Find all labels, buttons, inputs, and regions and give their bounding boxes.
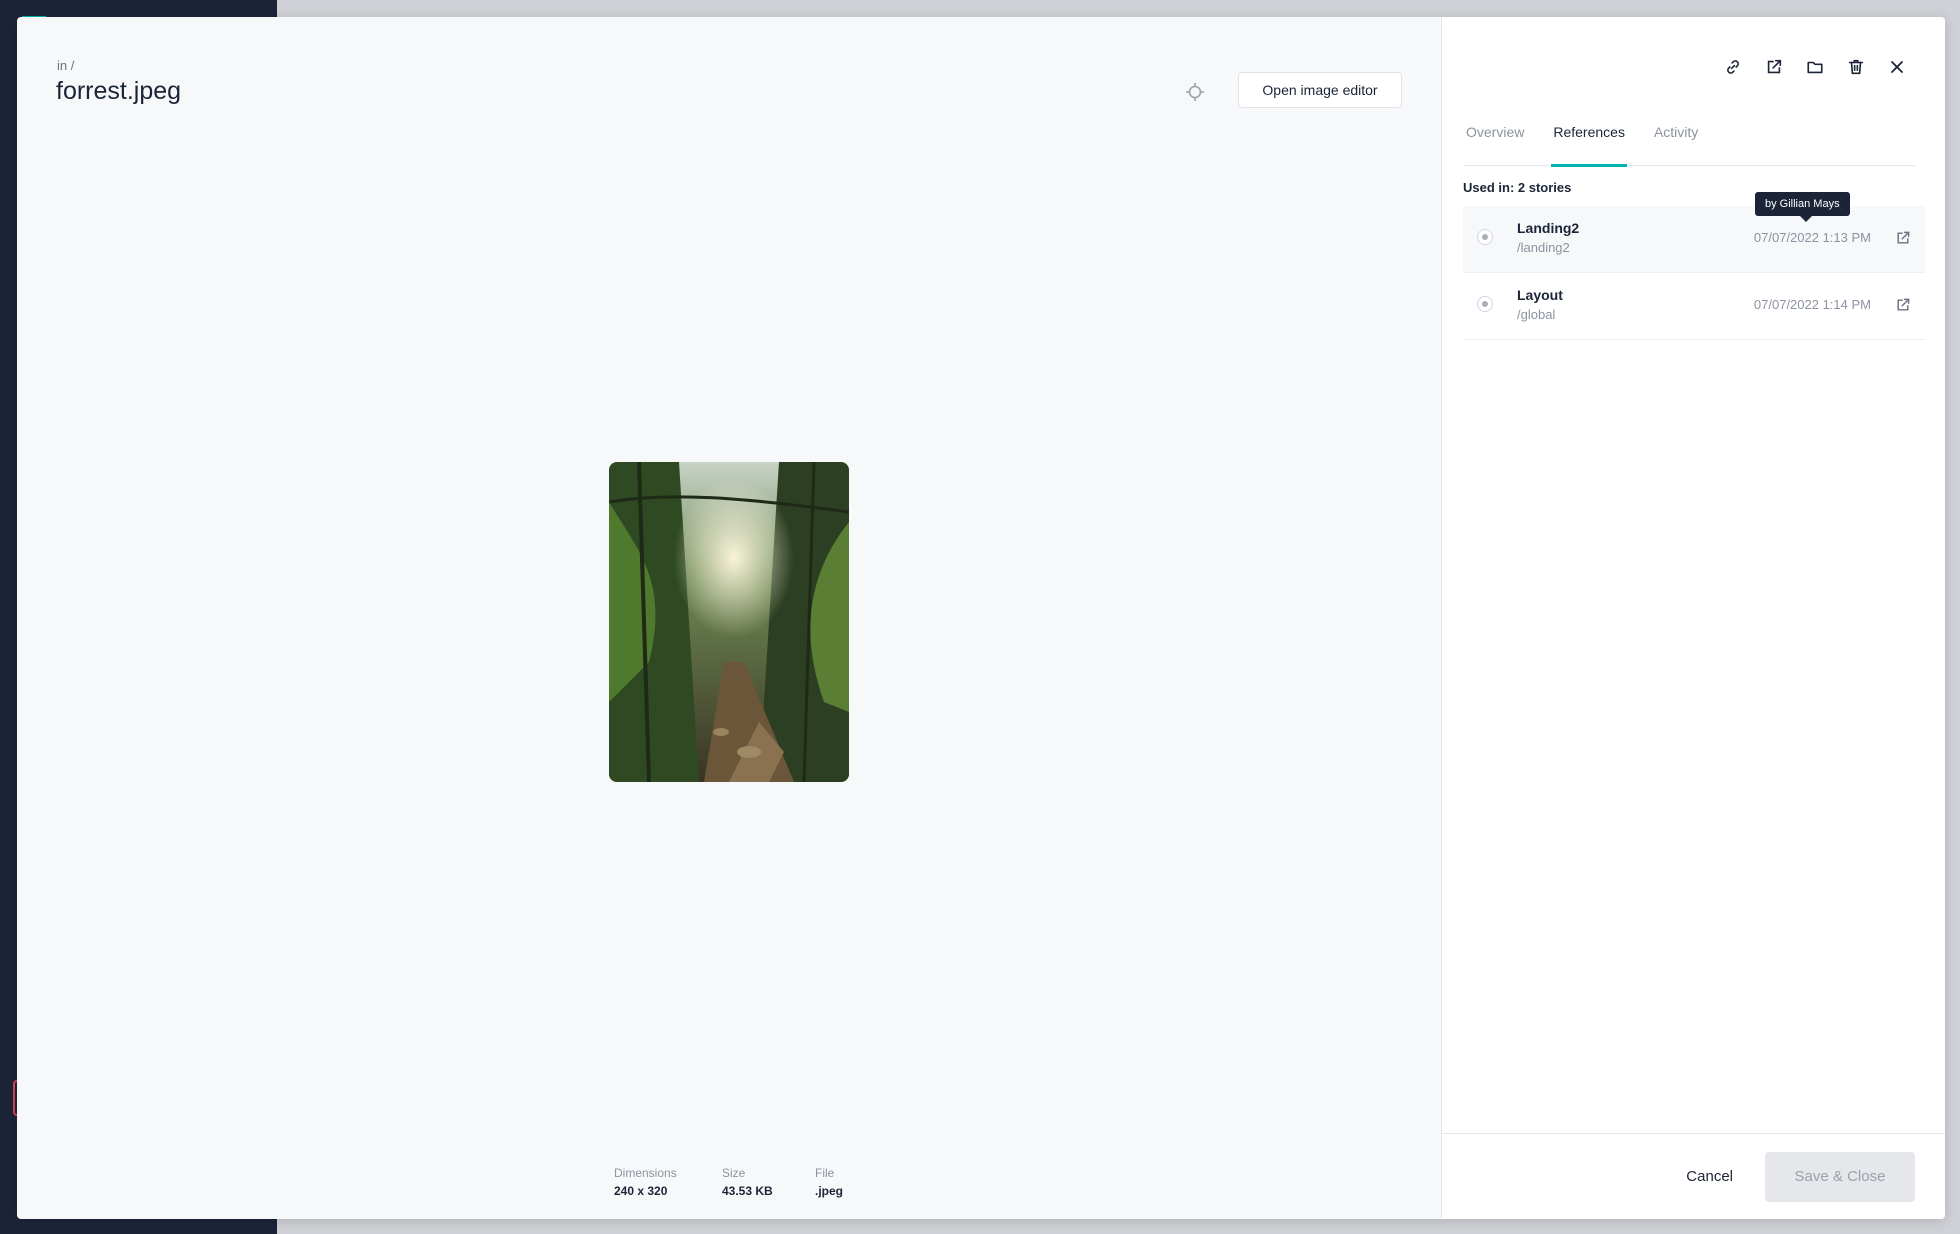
open-story-icon[interactable] <box>1895 230 1913 248</box>
breadcrumb[interactable]: in / <box>57 58 74 73</box>
list-item[interactable]: Layout /global 07/07/2022 1:14 PM <box>1463 273 1925 340</box>
reference-date: 07/07/2022 1:14 PM <box>1753 297 1871 312</box>
open-image-editor-button[interactable]: Open image editor <box>1238 72 1402 108</box>
reference-name: Landing2 <box>1517 220 1580 236</box>
open-story-icon[interactable] <box>1895 297 1913 315</box>
meta-size: Size 43.53 KB <box>722 1166 773 1198</box>
meta-file: File .jpeg <box>815 1166 843 1198</box>
reference-path: /landing2 <box>1517 240 1570 255</box>
references-list: Landing2 /landing2 07/07/2022 1:13 PM La… <box>1463 206 1925 340</box>
focus-point-icon[interactable] <box>1183 80 1207 104</box>
trash-icon[interactable] <box>1846 57 1866 77</box>
close-icon[interactable] <box>1887 57 1907 77</box>
meta-size-value: 43.53 KB <box>722 1184 773 1198</box>
reference-path: /global <box>1517 307 1556 322</box>
meta-size-label: Size <box>722 1166 746 1180</box>
references-count: Used in: 2 stories <box>1463 180 1572 195</box>
author-tooltip: by Gillian Mays <box>1755 192 1850 222</box>
story-status-icon <box>1477 296 1493 312</box>
link-icon[interactable] <box>1723 57 1743 77</box>
list-item[interactable]: Landing2 /landing2 07/07/2022 1:13 PM <box>1463 206 1925 273</box>
external-link-icon[interactable] <box>1764 57 1784 77</box>
meta-dimensions: Dimensions 240 x 320 <box>614 1166 677 1198</box>
tab-overview[interactable]: Overview <box>1464 121 1526 166</box>
image-preview <box>609 462 849 782</box>
modal-footer: Cancel Save & Close <box>1442 1133 1945 1219</box>
asset-toolbar <box>1723 57 1907 77</box>
tab-references[interactable]: References <box>1551 121 1627 167</box>
asset-detail-modal: in / forrest.jpeg Open image editor Dime… <box>17 17 1945 1219</box>
cancel-button[interactable]: Cancel <box>1686 1168 1733 1185</box>
folder-icon[interactable] <box>1805 57 1825 77</box>
details-tabs: Overview References Activity <box>1464 121 1915 167</box>
meta-file-value: .jpeg <box>815 1184 844 1198</box>
page-title: forrest.jpeg <box>56 77 182 105</box>
reference-name: Layout <box>1517 287 1563 303</box>
asset-preview-pane: in / forrest.jpeg Open image editor Dime… <box>17 17 1441 1219</box>
meta-dimensions-value: 240 x 320 <box>614 1184 668 1198</box>
story-status-icon <box>1477 229 1493 245</box>
meta-dimensions-label: Dimensions <box>614 1166 677 1180</box>
save-close-button[interactable]: Save & Close <box>1765 1151 1915 1202</box>
details-panel: Overview References Activity Used in: 2 … <box>1441 17 1945 1219</box>
tab-activity[interactable]: Activity <box>1652 121 1700 166</box>
reference-date: 07/07/2022 1:13 PM <box>1753 230 1871 245</box>
meta-file-label: File <box>815 1166 835 1180</box>
